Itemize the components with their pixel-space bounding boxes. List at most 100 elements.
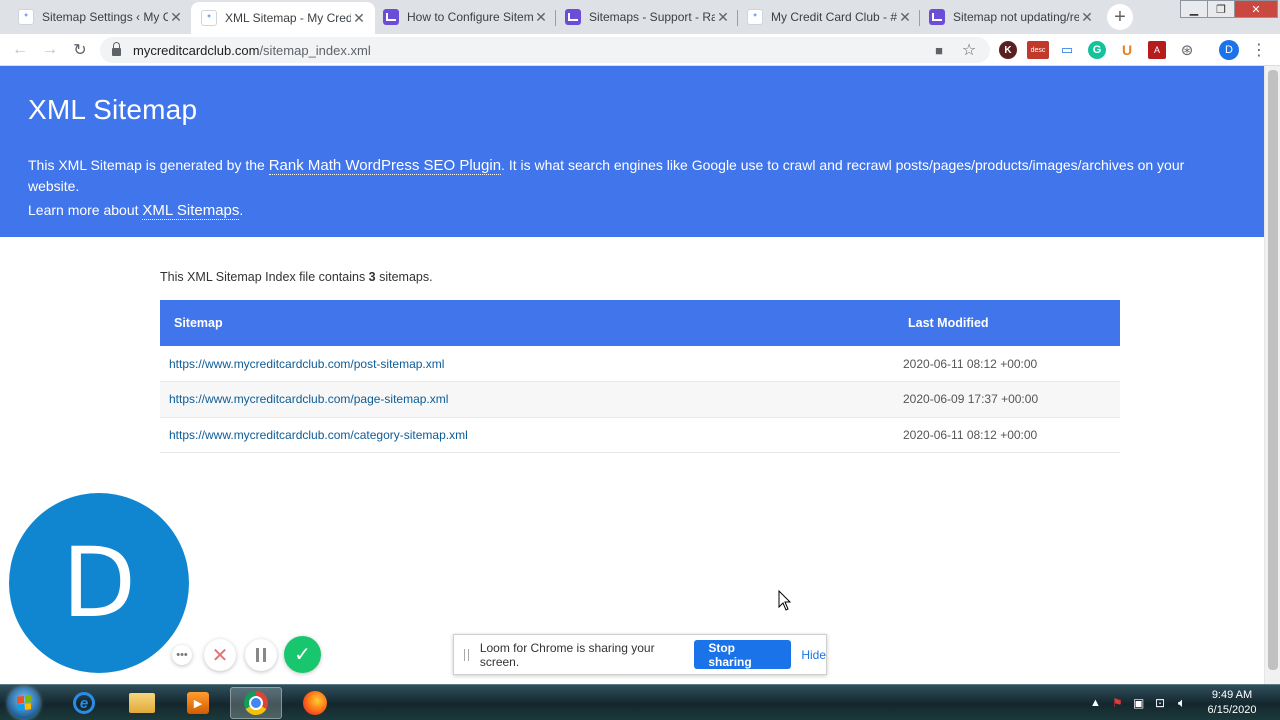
back-arrow-icon[interactable]: ←	[9, 39, 31, 61]
address-bar[interactable]: mycreditcardclub.com/sitemap_index.xml	[100, 37, 990, 63]
taskbar-chrome[interactable]	[230, 687, 282, 719]
window-close-button[interactable]: ✕	[1234, 0, 1278, 18]
folder-icon	[129, 693, 155, 713]
hide-button[interactable]: Hide	[801, 648, 826, 662]
last-modified-cell: 2020-06-11 08:12 +00:00	[894, 417, 1120, 453]
forward-arrow-icon[interactable]: →	[39, 39, 61, 61]
start-button[interactable]	[8, 687, 40, 719]
device-icon[interactable]: ▣	[1133, 685, 1144, 720]
system-clock[interactable]: 9:49 AM 6/15/2020	[1196, 688, 1268, 718]
table-row: https://www.mycreditcardclub.com/page-si…	[160, 381, 1120, 418]
loom-pause-icon[interactable]	[245, 639, 277, 671]
menu-kebab-icon[interactable]: ⋮	[1250, 41, 1268, 59]
tab-title: XML Sitemap - My Credit	[225, 11, 351, 25]
close-icon[interactable]: ✕	[351, 10, 367, 26]
tab-sitemap-not-updating[interactable]: Sitemap not updating/re ✕	[919, 2, 1103, 32]
taskbar-media-player[interactable]: ▶	[172, 687, 224, 719]
volume-icon[interactable]: 🔈︎	[1178, 685, 1186, 720]
taskbar-file-explorer[interactable]	[116, 687, 168, 719]
minimize-button[interactable]: ▁	[1180, 0, 1208, 18]
show-hidden-icons[interactable]: ▲	[1090, 685, 1101, 720]
camera-icon[interactable]: ■	[930, 41, 948, 59]
extension-k-icon[interactable]: K	[999, 41, 1017, 59]
tab-title: Sitemap not updating/re	[953, 10, 1079, 24]
extension-u-icon[interactable]: U	[1118, 41, 1136, 59]
taskbar-firefox[interactable]	[289, 687, 341, 719]
clock-time: 9:49 AM	[1211, 689, 1253, 701]
intro-text-start: This XML Sitemap is generated by the	[28, 157, 269, 173]
mouse-cursor-icon	[778, 590, 792, 611]
windows-logo-icon	[17, 695, 31, 711]
rankmath-icon	[929, 9, 945, 25]
grammarly-icon[interactable]: G	[1088, 41, 1106, 59]
close-icon[interactable]: ✕	[897, 9, 913, 25]
loom-camera-bubble[interactable]: D	[9, 493, 189, 673]
stop-sharing-button[interactable]: Stop sharing	[694, 640, 792, 669]
rankmath-icon	[565, 9, 581, 25]
learn-more-text: Learn more about XML Sitemaps.	[28, 200, 1228, 221]
loom-more-options-icon[interactable]: •••	[172, 645, 192, 665]
learn-more-start: Learn more about	[28, 202, 143, 218]
rank-math-link[interactable]: Rank Math WordPress SEO Plugin	[268, 157, 502, 175]
tab-title: How to Configure Sitem	[407, 10, 533, 24]
sitemap-link[interactable]: https://www.mycreditcardclub.com/post-si…	[169, 357, 444, 371]
browser-tab-strip: ᐩ Sitemap Settings ‹ My Cr ✕ ᐩ XML Sitem…	[0, 0, 1280, 34]
bookmark-star-icon[interactable]: ☆	[960, 41, 978, 59]
extension-desc-icon[interactable]: desc	[1027, 41, 1049, 59]
profile-avatar[interactable]: D	[1219, 40, 1239, 60]
sitemap-link[interactable]: https://www.mycreditcardclub.com/categor…	[169, 428, 468, 442]
maximize-button[interactable]: ❐	[1207, 0, 1235, 18]
wordpress-icon: ᐩ	[201, 10, 217, 26]
url-host: mycreditcardclub.com	[133, 42, 260, 58]
reload-icon[interactable]: ↻	[69, 39, 91, 61]
close-icon[interactable]: ✕	[1079, 9, 1095, 25]
column-header-sitemap[interactable]: Sitemap	[160, 300, 894, 346]
sitemap-cell: https://www.mycreditcardclub.com/categor…	[160, 417, 894, 453]
tab-my-credit-card-club[interactable]: ᐩ My Credit Card Club - # ✕	[737, 2, 921, 32]
column-header-last-modified[interactable]: Last Modified	[894, 300, 1120, 346]
aperture-icon[interactable]: ⊛	[1178, 41, 1196, 59]
tab-sitemap-settings[interactable]: ᐩ Sitemap Settings ‹ My Cr ✕	[8, 2, 192, 32]
table-row: https://www.mycreditcardclub.com/categor…	[160, 417, 1120, 453]
sitemap-cell: https://www.mycreditcardclub.com/post-si…	[160, 346, 894, 382]
xml-sitemaps-link[interactable]: XML Sitemaps	[142, 202, 240, 220]
tab-title: Sitemap Settings ‹ My Cr	[42, 10, 168, 24]
scrollbar-thumb[interactable]	[1268, 70, 1278, 670]
lock-icon	[112, 42, 121, 56]
firefox-icon	[303, 691, 327, 715]
sitemap-cell: https://www.mycreditcardclub.com/page-si…	[160, 381, 894, 418]
rankmath-icon	[383, 9, 399, 25]
pdf-icon[interactable]: A	[1148, 41, 1166, 59]
browser-toolbar: ← → ↻ mycreditcardclub.com/sitemap_index…	[0, 34, 1280, 66]
drag-handle-icon[interactable]	[464, 648, 469, 661]
cast-screen-icon[interactable]: ▭	[1058, 41, 1076, 59]
tab-sitemaps-support[interactable]: Sitemaps - Support - Ra ✕	[555, 2, 739, 32]
close-icon[interactable]: ✕	[715, 9, 731, 25]
sitemap-link[interactable]: https://www.mycreditcardclub.com/page-si…	[169, 392, 448, 406]
summary-end: sitemaps.	[375, 270, 433, 284]
loom-cancel-icon[interactable]: ✕	[204, 639, 236, 671]
sitemap-table: Sitemap Last Modified https://www.mycred…	[160, 300, 1120, 453]
last-modified-cell: 2020-06-11 08:12 +00:00	[894, 346, 1120, 382]
page-header: XML Sitemap This XML Sitemap is generate…	[0, 66, 1264, 237]
intro-text: This XML Sitemap is generated by the Ran…	[28, 155, 1228, 196]
share-message: Loom for Chrome is sharing your screen.	[479, 640, 655, 669]
summary-start: This XML Sitemap Index file contains	[160, 270, 369, 284]
close-icon[interactable]: ✕	[533, 9, 549, 25]
url-path: /sitemap_index.xml	[259, 42, 371, 58]
sitemap-count: 3	[368, 270, 376, 284]
wordpress-icon: ᐩ	[18, 9, 34, 25]
tab-xml-sitemap[interactable]: ᐩ XML Sitemap - My Credit ✕	[191, 2, 375, 34]
loom-finish-check-icon[interactable]: ✓	[284, 636, 321, 673]
tab-configure-sitemap[interactable]: How to Configure Sitem ✕	[373, 2, 557, 32]
network-icon[interactable]: ⊡	[1155, 685, 1165, 720]
tab-title: Sitemaps - Support - Ra	[589, 10, 715, 24]
new-tab-button[interactable]: +	[1107, 4, 1133, 30]
media-player-icon: ▶	[187, 692, 209, 714]
page-scrollbar[interactable]	[1264, 66, 1280, 684]
action-center-icon[interactable]: ⚑	[1112, 685, 1123, 720]
taskbar-internet-explorer[interactable]: e	[58, 687, 110, 719]
close-icon[interactable]: ✕	[168, 9, 184, 25]
sitemap-summary: This XML Sitemap Index file contains 3 s…	[160, 270, 433, 284]
learn-more-end: .	[239, 202, 244, 218]
